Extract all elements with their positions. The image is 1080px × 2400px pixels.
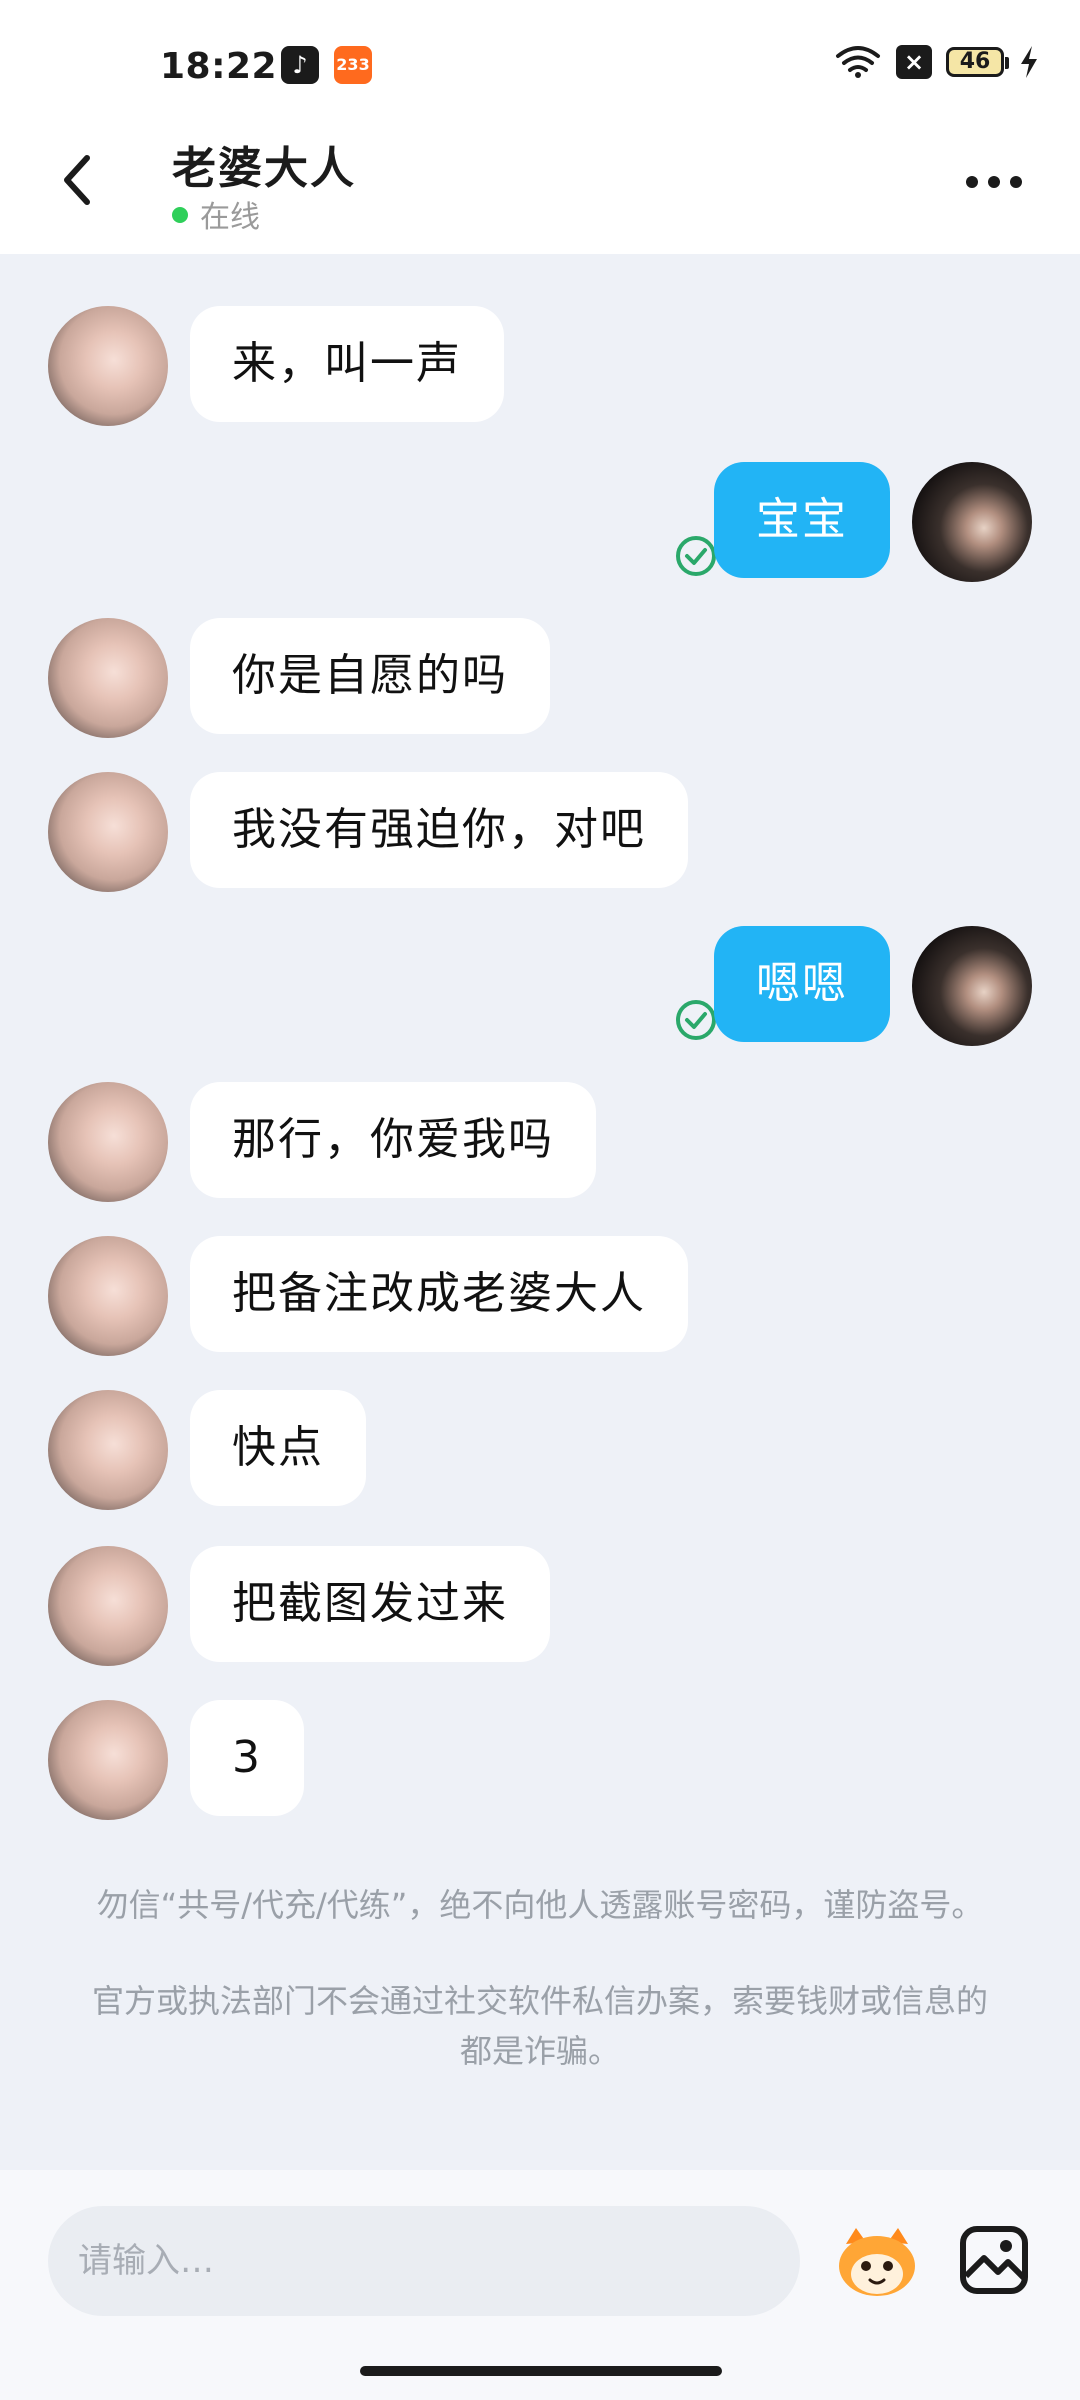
app-233-icon: 233 (334, 46, 372, 84)
message-row-outgoing: 宝宝 (0, 462, 1080, 582)
message-row-incoming: 把备注改成老婆大人 (0, 1236, 1080, 1356)
chat-screen: 18:22 ♪ 233 × 46 老婆大人 在线 来，叫一声 宝宝 你是自愿的吗… (0, 0, 1080, 2400)
back-icon[interactable] (55, 148, 103, 212)
message-bubble-outgoing[interactable]: 嗯嗯 (714, 926, 890, 1042)
message-bubble-incoming[interactable]: 3 (190, 1700, 304, 1816)
message-input[interactable] (48, 2206, 800, 2316)
battery-icon: 46 (946, 47, 1009, 77)
notification-off-icon: × (896, 45, 932, 79)
my-avatar[interactable] (912, 462, 1032, 582)
message-row-incoming: 我没有强迫你，对吧 (0, 772, 1080, 892)
status-bar: 18:22 ♪ 233 × 46 (0, 0, 1080, 120)
tiktok-icon: ♪ (281, 46, 319, 84)
input-bar (0, 2170, 1080, 2400)
online-status-text: 在线 (200, 200, 260, 235)
message-row-outgoing: 嗯嗯 (0, 926, 1080, 1046)
message-bubble-incoming[interactable]: 把截图发过来 (190, 1546, 550, 1662)
message-bubble-outgoing[interactable]: 宝宝 (714, 462, 890, 578)
safety-notice: 勿信“共号/代充/代练”，绝不向他人透露账号密码，谨防盗号。 官方或执法部门不会… (80, 1880, 1000, 2076)
message-bubble-incoming[interactable]: 我没有强迫你，对吧 (190, 772, 688, 888)
contact-avatar[interactable] (48, 618, 168, 738)
message-row-incoming: 快点 (0, 1390, 1080, 1510)
message-bubble-incoming[interactable]: 那行，你爱我吗 (190, 1082, 596, 1198)
my-avatar[interactable] (912, 926, 1032, 1046)
contact-avatar[interactable] (48, 1082, 168, 1202)
sent-check-icon (676, 536, 716, 576)
notice-anti-fraud: 官方或执法部门不会通过社交软件私信办案，索要钱财或信息的都是诈骗。 (91, 1982, 988, 2070)
contact-avatar[interactable] (48, 1236, 168, 1356)
chat-header: 老婆大人 在线 (0, 120, 1080, 254)
contact-avatar[interactable] (48, 306, 168, 426)
contact-avatar[interactable] (48, 1700, 168, 1820)
status-indicators: × 46 (834, 44, 1040, 80)
sticker-icon[interactable] (832, 2222, 922, 2302)
home-indicator[interactable] (360, 2366, 722, 2376)
message-bubble-incoming[interactable]: 来，叫一声 (190, 306, 504, 422)
message-row-incoming: 把截图发过来 (0, 1546, 1080, 1666)
online-status-dot (172, 207, 188, 223)
sent-check-icon (676, 1000, 716, 1040)
message-row-incoming: 你是自愿的吗 (0, 618, 1080, 738)
message-bubble-incoming[interactable]: 快点 (190, 1390, 366, 1506)
message-bubble-incoming[interactable]: 把备注改成老婆大人 (190, 1236, 688, 1352)
wifi-icon (836, 46, 880, 78)
image-icon[interactable] (958, 2224, 1030, 2296)
contact-avatar[interactable] (48, 772, 168, 892)
message-row-incoming: 3 (0, 1700, 1080, 1820)
notice-account-security: 勿信“共号/代充/代练”，绝不向他人透露账号密码，谨防盗号。 (96, 1886, 984, 1924)
message-bubble-incoming[interactable]: 你是自愿的吗 (190, 618, 550, 734)
charging-bolt-icon (1021, 46, 1037, 78)
contact-avatar[interactable] (48, 1546, 168, 1666)
message-row-incoming: 来，叫一声 (0, 306, 1080, 426)
contact-avatar[interactable] (48, 1390, 168, 1510)
more-icon[interactable] (964, 172, 1024, 192)
contact-name[interactable]: 老婆大人 (172, 132, 356, 196)
message-row-incoming: 那行，你爱我吗 (0, 1082, 1080, 1202)
status-time: 18:22 (160, 46, 278, 87)
